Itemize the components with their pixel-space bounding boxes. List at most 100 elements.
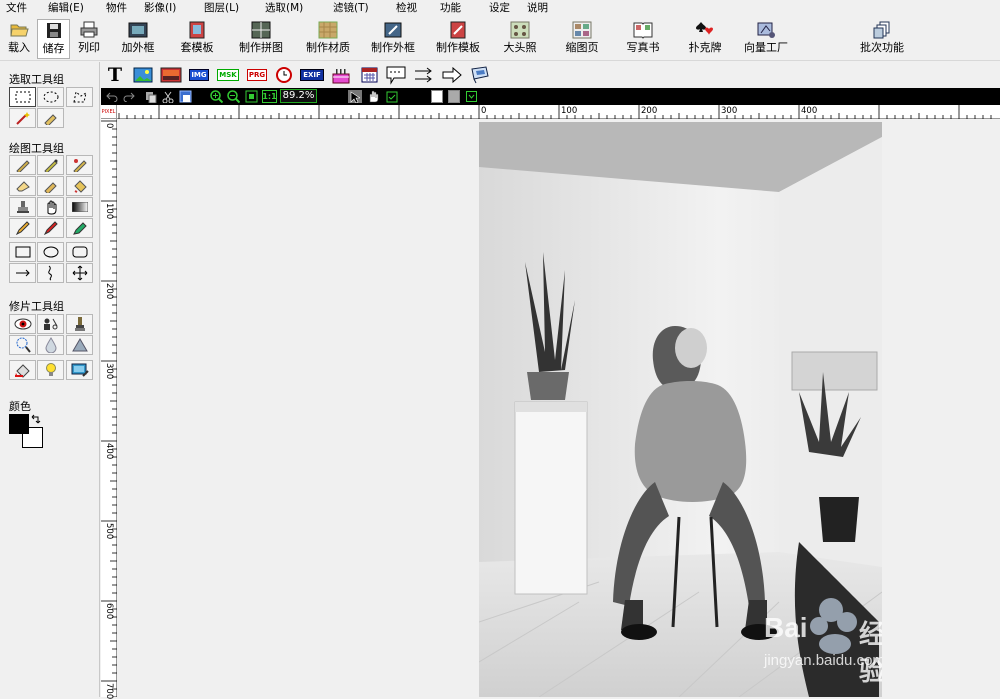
lasso-select-tool[interactable] [66, 87, 93, 107]
clock-button[interactable] [275, 65, 293, 85]
pan-hand-button[interactable] [366, 90, 380, 103]
menu-help[interactable]: 说明 [527, 0, 548, 16]
pointer-arrow-icon [350, 90, 360, 103]
move-icon [72, 265, 87, 281]
zoom-out-icon [226, 90, 240, 103]
menu-function[interactable]: 功能 [440, 0, 461, 16]
clone-brush-tool[interactable] [66, 155, 93, 175]
foreground-color-swatch[interactable] [9, 414, 29, 434]
stamp-tool[interactable] [9, 197, 36, 217]
retouch-monitor-tool[interactable] [66, 360, 93, 380]
exif-button[interactable]: EXIF [300, 65, 324, 85]
person-scissors-icon [43, 318, 57, 330]
prg-object-button[interactable]: PRG [245, 65, 269, 85]
white-background-button[interactable] [431, 90, 443, 103]
ellipse-select-tool[interactable] [37, 87, 64, 107]
zoom-in-button[interactable] [209, 90, 223, 103]
airbrush-tool[interactable] [37, 155, 64, 175]
watermark-url: jingyan.baidu.com [764, 652, 882, 669]
stamp-shape-button[interactable] [469, 65, 491, 85]
gray-background-button[interactable] [448, 90, 460, 103]
blur-tool[interactable] [37, 335, 64, 355]
hand-tool[interactable] [37, 197, 64, 217]
make-template-button[interactable]: 制作模板 [430, 19, 486, 59]
zoom-out-button[interactable] [226, 90, 240, 103]
brush-tool[interactable] [9, 155, 36, 175]
template-button[interactable]: 套模板 [175, 19, 219, 59]
vector-button[interactable]: 向量工厂 [738, 19, 794, 59]
insert-image-button[interactable] [132, 65, 154, 85]
menu-layer[interactable]: 图层(L) [204, 0, 239, 16]
thumbnail-button[interactable]: 缩图页 [560, 19, 604, 59]
actual-size-button[interactable]: 1:1 [262, 90, 277, 103]
smudge-tool[interactable] [37, 176, 64, 196]
rounded-rect-tool[interactable] [66, 242, 93, 262]
menu-file[interactable]: 文件 [6, 0, 27, 16]
pointer-tool-button[interactable] [348, 90, 362, 103]
calendar-button[interactable] [359, 65, 379, 85]
magic-wand-tool[interactable] [9, 108, 36, 128]
arrows-button[interactable] [413, 65, 435, 85]
pencil-tool[interactable] [9, 218, 36, 238]
menu-filter[interactable]: 滤镜(T) [333, 0, 369, 16]
cut-button[interactable] [161, 90, 175, 103]
airbrush-icon [43, 159, 58, 172]
make-frame-button[interactable]: 制作外框 [365, 19, 421, 59]
gradient-tool[interactable] [66, 197, 93, 217]
bucket-tool[interactable] [66, 176, 93, 196]
rectangle-tool[interactable] [9, 242, 36, 262]
lighten-tool[interactable] [37, 360, 64, 380]
menu-edit[interactable]: 编辑(E) [48, 0, 84, 16]
swap-colors-icon[interactable] [31, 414, 41, 424]
color-select-tool[interactable] [37, 108, 64, 128]
thumbnail-icon [572, 21, 592, 39]
red-eye-tool[interactable] [9, 314, 36, 334]
image-document[interactable]: Bai 经验 jingyan.baidu.com [479, 122, 882, 697]
insert-photo-button[interactable] [159, 65, 183, 85]
line-tool[interactable] [9, 263, 36, 283]
collage-button[interactable]: 制作拼图 [233, 19, 289, 59]
poker-button[interactable]: 扑克牌 [683, 19, 727, 59]
copy-button[interactable] [144, 90, 158, 103]
zoom-level-display[interactable]: 89.2% [280, 89, 317, 103]
load-button[interactable]: 载入 [4, 19, 34, 59]
material-button[interactable]: 制作材质 [300, 19, 356, 59]
add-frame-button[interactable]: 加外框 [116, 19, 160, 59]
menu-settings[interactable]: 设定 [489, 0, 510, 16]
menu-object[interactable]: 物件 [106, 0, 127, 16]
menu-select[interactable]: 选取(M) [265, 0, 303, 16]
eyedropper-tool[interactable] [66, 218, 93, 238]
save-button[interactable]: 储存 [37, 19, 70, 59]
cake-button[interactable] [330, 65, 352, 85]
redo-button[interactable] [122, 90, 136, 103]
speech-balloon-button[interactable] [384, 65, 408, 85]
fit-window-button[interactable] [244, 90, 258, 103]
text-tool[interactable]: T [106, 64, 124, 86]
blemish-tool[interactable] [37, 314, 64, 334]
vector-icon [757, 22, 775, 38]
marker-tool[interactable] [37, 218, 64, 238]
photo-book-button[interactable]: 写真书 [621, 19, 665, 59]
move-tool[interactable] [66, 263, 93, 283]
undo-button[interactable] [105, 90, 119, 103]
ellipse-tool[interactable] [37, 242, 64, 262]
big-head-button[interactable]: 大头照 [498, 19, 542, 59]
batch-button[interactable]: 批次功能 [852, 19, 912, 59]
img-object-button[interactable]: IMG [188, 65, 210, 85]
fill-bucket-tool[interactable] [9, 360, 36, 380]
menu-image[interactable]: 影像(I) [144, 0, 176, 16]
curve-tool[interactable] [37, 263, 64, 283]
menu-view[interactable]: 检视 [396, 0, 417, 16]
msk-object-button[interactable]: MSK [216, 65, 240, 85]
background-dropdown-button[interactable] [465, 90, 477, 103]
paste-button[interactable] [178, 90, 193, 103]
exif-label: EXIF [300, 69, 324, 81]
zoom-select-tool[interactable] [9, 335, 36, 355]
select-object-button[interactable] [385, 90, 398, 103]
arrow-shape-button[interactable] [441, 65, 463, 85]
rect-select-tool[interactable] [9, 87, 36, 107]
print-button[interactable]: 列印 [73, 19, 105, 59]
eraser-tool[interactable] [9, 176, 36, 196]
sharpen-tool[interactable] [66, 314, 93, 334]
triangle-tool[interactable] [66, 335, 93, 355]
